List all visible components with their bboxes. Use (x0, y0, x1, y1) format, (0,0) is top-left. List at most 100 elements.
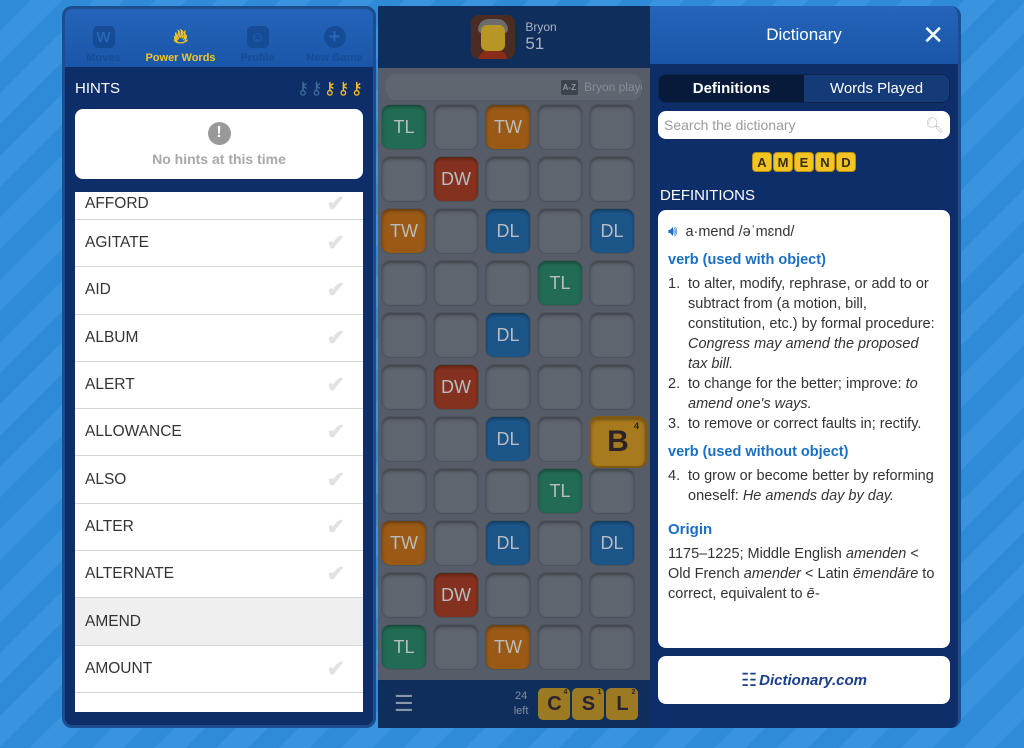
board-square[interactable] (381, 416, 427, 462)
placed-letter-tile[interactable]: B4 (589, 416, 647, 468)
board-square[interactable] (537, 624, 583, 670)
board-square[interactable] (433, 208, 479, 254)
bonus-square-dl[interactable]: DL (485, 416, 531, 462)
origin-heading: Origin (668, 521, 713, 538)
speaker-icon[interactable]: 🔊︎ (668, 222, 677, 242)
board-square[interactable] (537, 364, 583, 410)
bonus-square-tl[interactable]: TL (537, 260, 583, 306)
hint-keys: ⚷ ⚷ ⚷ ⚷ ⚷ (297, 80, 363, 97)
rack-tile[interactable]: L2 (606, 688, 639, 720)
board-square[interactable] (589, 104, 635, 150)
board-square[interactable] (589, 260, 635, 306)
board-square[interactable] (537, 104, 583, 150)
bonus-square-dl[interactable]: DL (485, 312, 531, 358)
word-list-item[interactable]: ALTER ✔ (75, 504, 363, 552)
board-square[interactable] (485, 468, 531, 514)
search-icon[interactable]: 🔍︎ (925, 116, 944, 134)
dictionary-search-input[interactable] (664, 117, 925, 133)
board-square[interactable] (537, 520, 583, 566)
board-square[interactable] (433, 520, 479, 566)
last-play-bar[interactable]: A-Z Bryon played (386, 74, 642, 100)
bonus-square-tw[interactable]: TW (485, 104, 531, 150)
board-square[interactable] (589, 468, 635, 514)
board-square[interactable] (537, 208, 583, 254)
word-list-item[interactable]: AGITATE ✔ (75, 220, 363, 268)
nav-profile[interactable]: ☺ Profile (220, 26, 296, 64)
word-list-item[interactable]: AMOUNT ✔ (75, 646, 363, 693)
checkmark-icon: ✔ (326, 230, 345, 256)
tile-rack[interactable]: C4S1L2 (538, 688, 639, 720)
hamburger-menu-icon[interactable]: ☰ (394, 691, 414, 717)
word-list-item[interactable]: ALBUM ✔ (75, 315, 363, 362)
rack-tile[interactable]: S1 (572, 688, 605, 720)
bonus-square-dw[interactable]: DW (433, 572, 479, 618)
rack-tile[interactable]: C4 (538, 688, 571, 720)
board-square[interactable] (589, 364, 635, 410)
part-of-speech: verb (used with object) (668, 252, 826, 268)
board-square[interactable] (485, 156, 531, 202)
bonus-square-tw[interactable]: TW (381, 208, 427, 254)
board-square[interactable] (537, 416, 583, 462)
board-square[interactable] (589, 312, 635, 358)
board-square[interactable] (537, 572, 583, 618)
board-square[interactable] (381, 260, 427, 306)
board-square[interactable] (485, 260, 531, 306)
power-word-list[interactable]: AFFORD ✔ AGITATE ✔ AID ✔ ALBUM ✔ ALERT ✔ ALLOWANCE… (75, 192, 363, 712)
board-square[interactable] (433, 260, 479, 306)
word-list-item[interactable]: ALLOWANCE ✔ (75, 409, 363, 457)
definition-body: to change for the better; improve: to am… (688, 376, 918, 412)
board-square[interactable] (381, 364, 427, 410)
board-square[interactable] (433, 312, 479, 358)
word-list-item[interactable]: AFFORD ✔ (75, 192, 363, 220)
board-square[interactable] (433, 416, 479, 462)
origin-text: 1175–1225; Middle English amenden < Old … (668, 546, 935, 602)
board-square[interactable] (381, 468, 427, 514)
board-square[interactable] (537, 312, 583, 358)
bonus-square-dl[interactable]: DL (589, 208, 635, 254)
board-square[interactable] (381, 312, 427, 358)
board-square[interactable] (433, 624, 479, 670)
board-square[interactable] (381, 572, 427, 618)
nav-new-game[interactable]: + New Game (297, 26, 373, 65)
board-square[interactable] (589, 624, 635, 670)
bonus-square-tw[interactable]: TW (485, 624, 531, 670)
bonus-square-dw[interactable]: DW (433, 156, 479, 202)
nav-moves[interactable]: W Moves (66, 26, 142, 64)
tile-value: 4 (633, 421, 639, 431)
bonus-square-dl[interactable]: DL (589, 520, 635, 566)
bonus-square-tl[interactable]: TL (381, 624, 427, 670)
tab-words-played[interactable]: Words Played (804, 75, 949, 102)
board-square[interactable] (589, 572, 635, 618)
definition-number: 4. (668, 468, 681, 484)
bonus-square-tl[interactable]: TL (381, 104, 427, 150)
close-icon[interactable]: ✕ (922, 22, 944, 48)
board-square[interactable] (381, 156, 427, 202)
nav-power-words[interactable]: 🔥︎ Power Words (143, 26, 219, 65)
tiles-left: 24 left (514, 689, 529, 719)
definition-card[interactable]: 🔊︎ a·mend /əˈmɛnd/ verb (used with objec… (658, 210, 950, 648)
board-square[interactable] (537, 156, 583, 202)
word-list-item[interactable]: AMEND (75, 598, 363, 646)
word-list-item[interactable]: ALTERNATE ✔ (75, 551, 363, 599)
player-avatar[interactable] (471, 15, 516, 59)
board-square[interactable] (589, 156, 635, 202)
bonus-square-tl[interactable]: TL (537, 468, 583, 514)
word-list-item[interactable]: ALSO ✔ (75, 456, 363, 504)
bonus-square-dw[interactable]: DW (433, 364, 479, 410)
looked-up-word-tiles: AMEND (650, 152, 958, 172)
word-text: ALTER (85, 517, 134, 535)
bonus-square-dl[interactable]: DL (485, 520, 531, 566)
word-text: AID (85, 281, 111, 299)
dictionary-header: Dictionary ✕ (650, 6, 958, 64)
board-square[interactable] (485, 364, 531, 410)
tab-definitions[interactable]: Definitions (659, 75, 804, 102)
word-list-item[interactable]: ALERT ✔ (75, 362, 363, 410)
bonus-square-tw[interactable]: TW (381, 520, 427, 566)
dictionary-com-logo: Dictionary.com (759, 671, 867, 689)
dictionary-com-logo-button[interactable]: ☷ Dictionary.com (658, 656, 950, 704)
word-list-item[interactable]: AID ✔ (75, 267, 363, 315)
board-square[interactable] (485, 572, 531, 618)
board-square[interactable] (433, 468, 479, 514)
board-square[interactable] (433, 104, 479, 150)
bonus-square-dl[interactable]: DL (485, 208, 531, 254)
